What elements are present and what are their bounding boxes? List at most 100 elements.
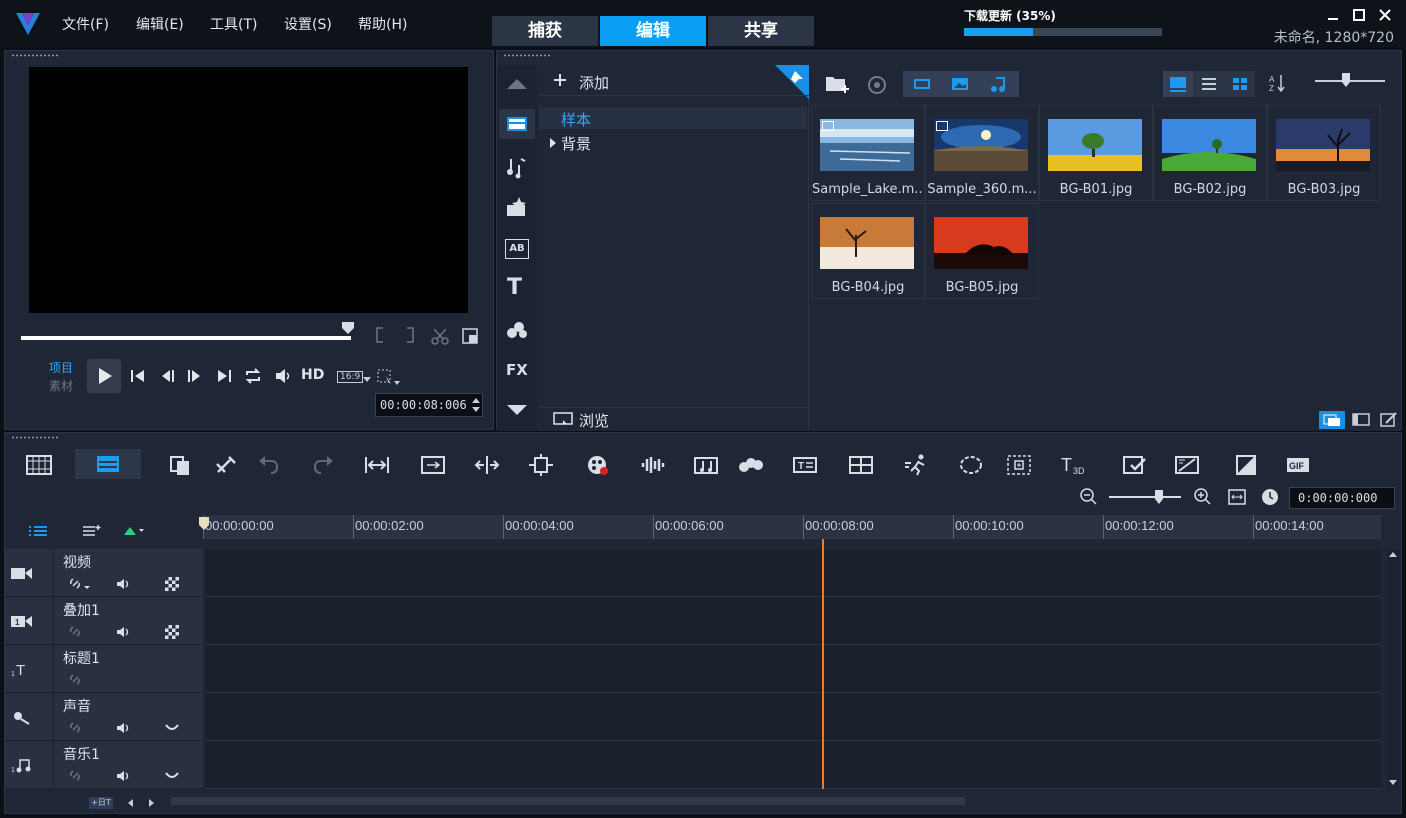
go-to-end-icon[interactable] bbox=[215, 367, 233, 385]
tree-item-1[interactable]: 背景 bbox=[561, 133, 591, 154]
link-icon[interactable] bbox=[69, 721, 91, 735]
menu-item-4[interactable]: 帮助(H) bbox=[358, 14, 407, 34]
transition-icon[interactable] bbox=[505, 195, 529, 219]
show-audio-icon[interactable] bbox=[979, 71, 1019, 97]
audio-ducking-icon[interactable] bbox=[165, 723, 179, 733]
timeline-view-icon[interactable] bbox=[75, 449, 141, 479]
list-view-icon[interactable] bbox=[1194, 71, 1224, 97]
track-mute-icon[interactable] bbox=[115, 721, 133, 735]
link-icon[interactable] bbox=[69, 769, 91, 783]
repeat-icon[interactable] bbox=[243, 366, 263, 386]
close-icon[interactable] bbox=[1378, 8, 1392, 22]
panel-grip[interactable] bbox=[11, 54, 59, 57]
gif-creator-icon[interactable]: GIF bbox=[1285, 453, 1313, 477]
track-header[interactable]: 1 叠加1 bbox=[5, 597, 203, 645]
thumbnail-size-slider[interactable] bbox=[1315, 80, 1385, 82]
media-thumbnail[interactable]: Sample_Lake.m... bbox=[811, 105, 925, 201]
storyboard-view-icon[interactable] bbox=[25, 453, 53, 477]
player-timecode[interactable]: 00:00:08:006 bbox=[375, 393, 483, 417]
project-duration-timecode[interactable]: 0:00:00:000 bbox=[1289, 487, 1395, 509]
color-grading-icon[interactable] bbox=[1233, 453, 1261, 477]
ripple-edit-icon[interactable] bbox=[123, 525, 145, 537]
media-thumbnail[interactable]: Sample_360.m... bbox=[925, 105, 1039, 201]
track-header[interactable]: 声音 bbox=[5, 693, 203, 741]
browse-icon[interactable] bbox=[553, 411, 573, 427]
redo-icon[interactable] bbox=[309, 453, 337, 477]
playhead[interactable] bbox=[822, 539, 824, 789]
audio-mixer-icon[interactable] bbox=[639, 453, 667, 477]
media-thumbnail[interactable]: BG-B02.jpg bbox=[1153, 105, 1267, 201]
chevron-down-icon[interactable] bbox=[363, 377, 371, 383]
scroll-right-icon[interactable] bbox=[147, 797, 157, 809]
track-lane[interactable] bbox=[205, 645, 1381, 693]
tree-item-0[interactable]: 样本 bbox=[561, 109, 591, 130]
music-track-icon[interactable]: 1 bbox=[9, 755, 35, 775]
expand-arrow-icon[interactable] bbox=[549, 137, 557, 149]
track-lane[interactable] bbox=[205, 693, 1381, 741]
track-header[interactable]: 1 音乐1 bbox=[5, 741, 203, 789]
project-mode-label[interactable]: 项目 bbox=[49, 359, 73, 376]
pan-zoom-icon[interactable] bbox=[1005, 453, 1033, 477]
track-lane[interactable] bbox=[205, 549, 1381, 597]
minimize-icon[interactable] bbox=[1326, 8, 1340, 22]
graphics-icon[interactable] bbox=[505, 319, 529, 341]
add-track-button[interactable]: +日T bbox=[89, 797, 113, 809]
scroll-down-icon[interactable] bbox=[505, 403, 529, 417]
track-lane[interactable] bbox=[205, 597, 1381, 645]
mode-tab-1[interactable]: 编辑 bbox=[600, 16, 706, 46]
track-header[interactable]: 视频 bbox=[5, 549, 203, 597]
library-options-icon[interactable] bbox=[1319, 411, 1345, 429]
media-thumbnail[interactable]: BG-B05.jpg bbox=[925, 203, 1039, 299]
video-track-icon[interactable] bbox=[9, 563, 35, 583]
timeline-zoom-slider[interactable] bbox=[1109, 496, 1181, 498]
track-mute-icon[interactable] bbox=[115, 625, 133, 639]
scroll-left-icon[interactable] bbox=[125, 797, 135, 809]
panel-grip[interactable] bbox=[503, 54, 551, 57]
3d-title-icon[interactable]: T 3D bbox=[1059, 453, 1087, 477]
track-transparency-icon[interactable] bbox=[165, 625, 179, 639]
aspect-ratio-button[interactable]: 16:9 bbox=[337, 371, 364, 383]
timecode-stepper-icon[interactable] bbox=[471, 396, 481, 414]
stretch-icon[interactable] bbox=[527, 453, 555, 477]
menu-item-3[interactable]: 设置(S) bbox=[284, 14, 332, 34]
show-photo-icon[interactable] bbox=[941, 71, 979, 97]
ruler-start-marker-icon[interactable] bbox=[199, 517, 209, 531]
media-thumbnail[interactable]: BG-B01.jpg bbox=[1039, 105, 1153, 201]
volume-icon[interactable] bbox=[273, 366, 293, 386]
previous-frame-icon[interactable] bbox=[159, 367, 177, 385]
link-icon[interactable] bbox=[69, 673, 91, 687]
voice-track-icon[interactable] bbox=[9, 707, 35, 727]
scroll-up-icon[interactable] bbox=[505, 77, 529, 91]
tools-icon[interactable] bbox=[213, 453, 241, 477]
menu-item-1[interactable]: 编辑(E) bbox=[136, 14, 184, 34]
panel-grip[interactable] bbox=[11, 436, 59, 439]
sort-icon[interactable]: AZ bbox=[1269, 73, 1287, 93]
show-video-icon[interactable] bbox=[903, 71, 941, 97]
track-mute-icon[interactable] bbox=[115, 577, 133, 591]
zoom-in-icon[interactable] bbox=[1193, 487, 1213, 507]
add-remove-track-icon[interactable] bbox=[81, 523, 101, 539]
next-frame-icon[interactable] bbox=[185, 367, 203, 385]
mark-out-icon[interactable] bbox=[405, 327, 415, 343]
cut-icon[interactable] bbox=[431, 327, 449, 345]
download-update-label[interactable]: 下载更新 (35%) bbox=[964, 7, 1056, 24]
vertical-scrollbar[interactable] bbox=[1387, 549, 1399, 789]
split-screen-icon[interactable] bbox=[1173, 453, 1201, 477]
add-folder-label[interactable]: 添加 bbox=[579, 72, 609, 93]
instant-project-icon[interactable] bbox=[505, 155, 529, 179]
storyboard-icon[interactable] bbox=[1349, 411, 1373, 429]
mark-in-icon[interactable] bbox=[375, 327, 385, 343]
pin-icon[interactable] bbox=[775, 65, 809, 99]
fit-project-icon[interactable] bbox=[363, 453, 391, 477]
scrub-bar[interactable] bbox=[21, 336, 351, 340]
mask-creator-icon[interactable] bbox=[957, 453, 985, 477]
clip-mode-label[interactable]: 素材 bbox=[49, 377, 73, 394]
menu-item-2[interactable]: 工具(T) bbox=[210, 14, 257, 34]
filter-category-button[interactable]: FX bbox=[506, 361, 528, 379]
mode-tab-0[interactable]: 捕获 bbox=[492, 16, 598, 46]
scrub-handle-icon[interactable] bbox=[341, 321, 355, 335]
media-category-button[interactable] bbox=[499, 109, 535, 139]
timeline-ruler[interactable]: 00:00:00:00 00:00:02:00 00:00:04:00 00:00:0… bbox=[203, 515, 1381, 539]
go-to-start-icon[interactable] bbox=[129, 367, 147, 385]
transition-ab-button[interactable]: AB bbox=[505, 239, 529, 259]
